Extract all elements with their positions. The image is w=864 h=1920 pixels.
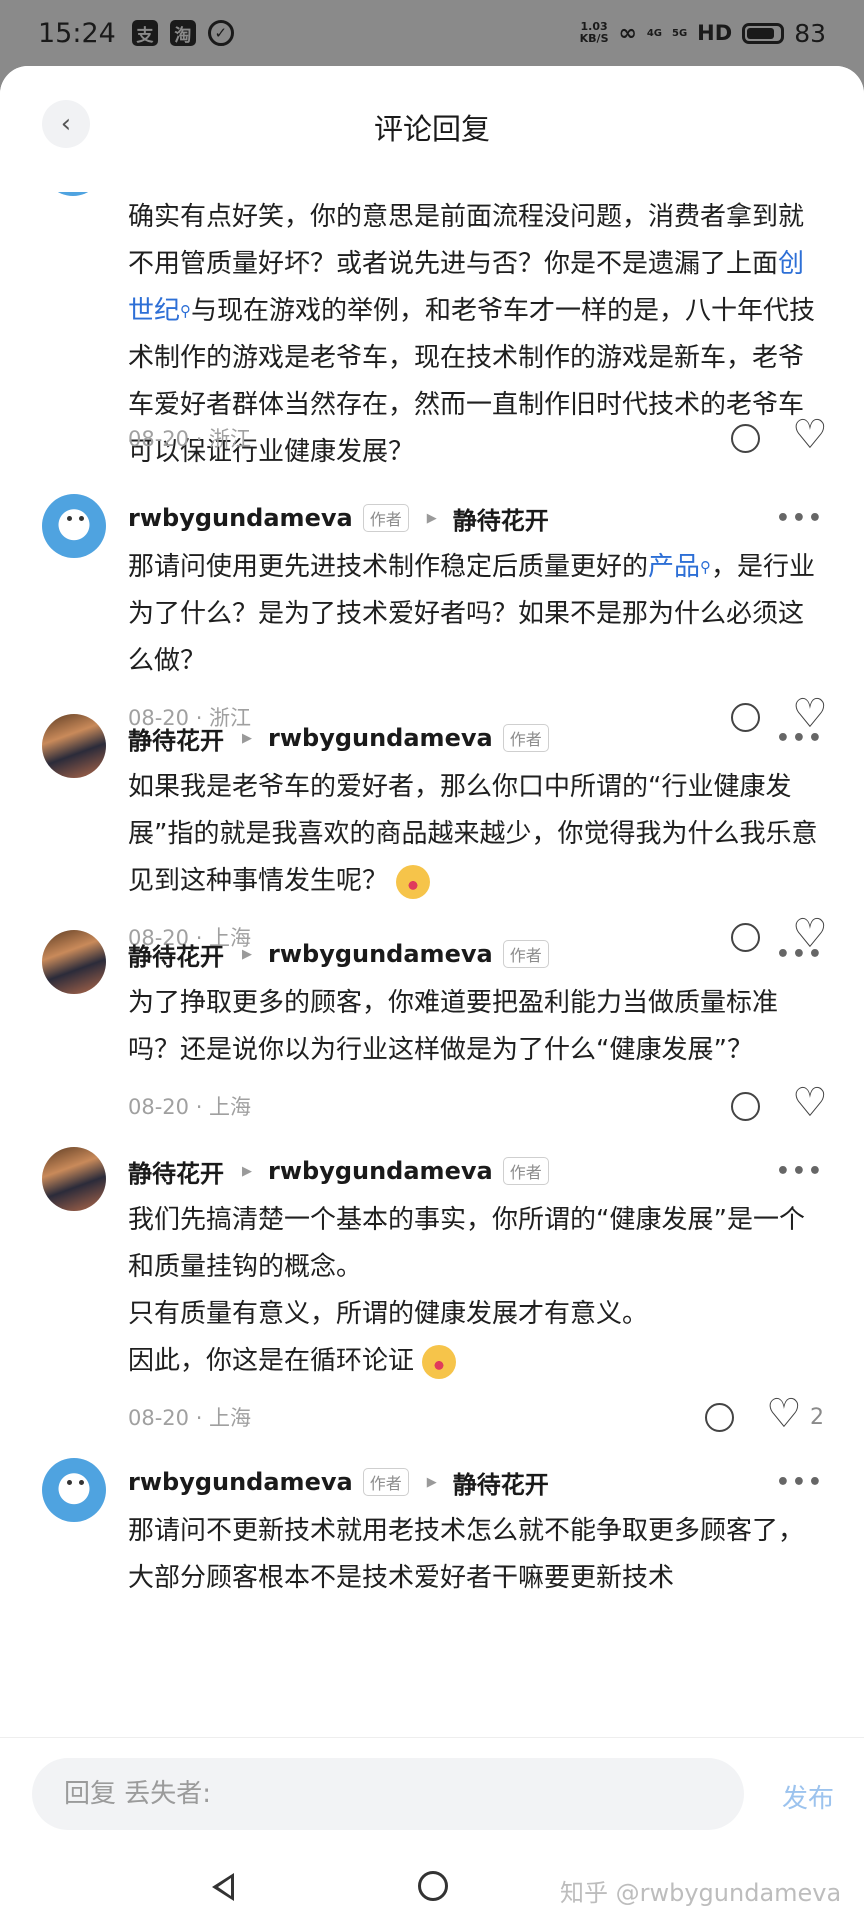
more-icon[interactable]: ••• [776,726,824,751]
avatar[interactable] [42,1458,106,1522]
navigation-bar: 知乎 @rwbygundameva [0,1853,864,1920]
comment-header: 静待花开 ▶ rwbygundameva 作者 ••• [128,1151,824,1191]
comment-header: rwbygundameva 作者 ▶ 静待花开 ••• [128,498,824,538]
comment-text: 我们先搞清楚一个基本的事实，你所谓的“健康发展”是一个和质量挂钩的概念。 只有质量… [128,1197,818,1385]
author-tag: 作者 [502,1157,549,1185]
battery-level: 83 [794,18,826,48]
author-tag: 作者 [362,1468,409,1496]
comment-text: 如果我是老爷车的爱好者，那么你口中所谓的“行业健康发展”指的就是我喜欢的商品越来… [128,764,818,905]
hd-icon: HD [697,21,733,45]
emoji-icon [396,864,431,899]
more-icon[interactable]: ••• [776,942,824,967]
reply-bar: 发布 [0,1737,864,1853]
comment-text: 为了挣取更多的顾客，你难道要把盈利能力当做质量标准吗？还是说你以为行业这样做是为… [128,988,779,1065]
taobao-icon: 淘 [169,20,196,46]
watermark: 知乎 @rwbygundameva [560,1879,842,1907]
page-title: 评论回复 [373,112,490,146]
heart-icon[interactable] [792,1080,828,1126]
more-icon[interactable]: ••• [776,506,824,531]
author-name[interactable]: 静待花开 [128,1154,224,1189]
avatar[interactable] [42,930,106,994]
like-count: 2 [810,1404,824,1430]
comment-date-location: 08-20 · 浙江 [128,427,252,451]
battery-icon [742,22,785,44]
author-name[interactable]: rwbygundameva [128,504,353,532]
author-name[interactable]: 静待花开 [128,937,224,972]
search-icon[interactable]: ⚲ [700,558,711,576]
more-icon[interactable]: ••• [776,1470,824,1495]
heart-icon[interactable] [792,412,828,458]
author-name[interactable]: rwbygundameva [128,1468,353,1496]
comment-header: 静待花开 ▶ rwbygundameva 作者 ••• [128,718,824,758]
comment-text: 那请问不更新技术就用老技术怎么就不能争取更多顾客了，大部分顾客根本不是技术爱好者… [128,1516,805,1593]
status-bar: 15:24 支 淘 ✓ 1.03 KB/S ∞ 4G 5G HD 83 [0,0,864,66]
search-icon[interactable]: ⚲ [180,302,191,320]
author-tag: 作者 [502,724,549,752]
reply-input[interactable] [32,1758,744,1830]
author-tag: 作者 [362,504,409,532]
reply-arrow-icon: ▶ [426,1474,437,1490]
nav-back-icon[interactable] [212,1873,234,1901]
comment-text: 那请问使用更先进技术制作稳定后质量更好的产品⚲，是行业为了什么？是为了技术爱好者… [128,552,816,676]
signal-4g-icon: 4G [646,27,662,39]
comment-list[interactable]: 确实有点好笑，你的意思是前面流程没问题，消费者拿到就不用管质量好坏？或者说先进与… [0,166,864,1803]
reply-icon[interactable] [731,423,760,453]
comment-header: rwbygundameva 作者 ▶ 静待花开 ••• [128,1462,824,1502]
reply-to-name[interactable]: rwbygundameva [268,1157,493,1185]
link-icon: ∞ [618,20,637,46]
alipay-icon: 支 [131,20,158,46]
comment-date-location: 08-20 · 上海 [128,1095,252,1119]
avatar[interactable] [42,714,106,778]
reply-arrow-icon: ▶ [242,1163,252,1179]
comment-meta: 08-20 · 上海 [128,1080,828,1126]
keyword-link[interactable]: 创世纪 [128,249,804,326]
network-speed: 1.03 KB/S [579,20,609,45]
avatar[interactable] [42,1147,106,1211]
more-icon[interactable]: ••• [776,1159,824,1184]
keyword-link[interactable]: 产品 [648,552,700,582]
reply-to-name[interactable]: rwbygundameva [268,724,493,752]
comment-header: 静待花开 ▶ rwbygundameva 作者 ••• [128,934,824,974]
reply-icon[interactable] [705,1402,734,1432]
author-name[interactable]: 静待花开 [128,721,224,756]
avatar[interactable] [42,494,106,558]
author-tag: 作者 [502,940,549,968]
publish-button[interactable]: 发布 [782,1778,834,1815]
reply-icon[interactable] [731,1091,760,1121]
reply-to-name[interactable]: 静待花开 [453,1465,549,1500]
check-circle-icon: ✓ [207,20,234,46]
reply-to-name[interactable]: rwbygundameva [268,940,493,968]
comment-date-location: 08-20 · 上海 [128,1406,252,1430]
reply-arrow-icon: ▶ [426,510,437,526]
reply-arrow-icon: ▶ [242,946,252,962]
comment-reply-sheet: 确实有点好笑，你的意思是前面流程没问题，消费者拿到就不用管质量好坏？或者说先进与… [0,66,864,1920]
signal-5g-icon: 5G [672,27,688,39]
comment-meta: 08-20 · 浙江 [128,412,828,458]
comment-meta: 08-20 · 上海 2 [128,1391,824,1437]
status-time: 15:24 [38,17,116,49]
heart-icon[interactable] [766,1391,802,1437]
emoji-icon [422,1344,457,1379]
nav-home-icon[interactable] [418,1871,448,1901]
reply-arrow-icon: ▶ [242,730,252,746]
sheet-header: ‹ 评论回复 [0,66,864,192]
reply-to-name[interactable]: 静待花开 [453,501,549,536]
